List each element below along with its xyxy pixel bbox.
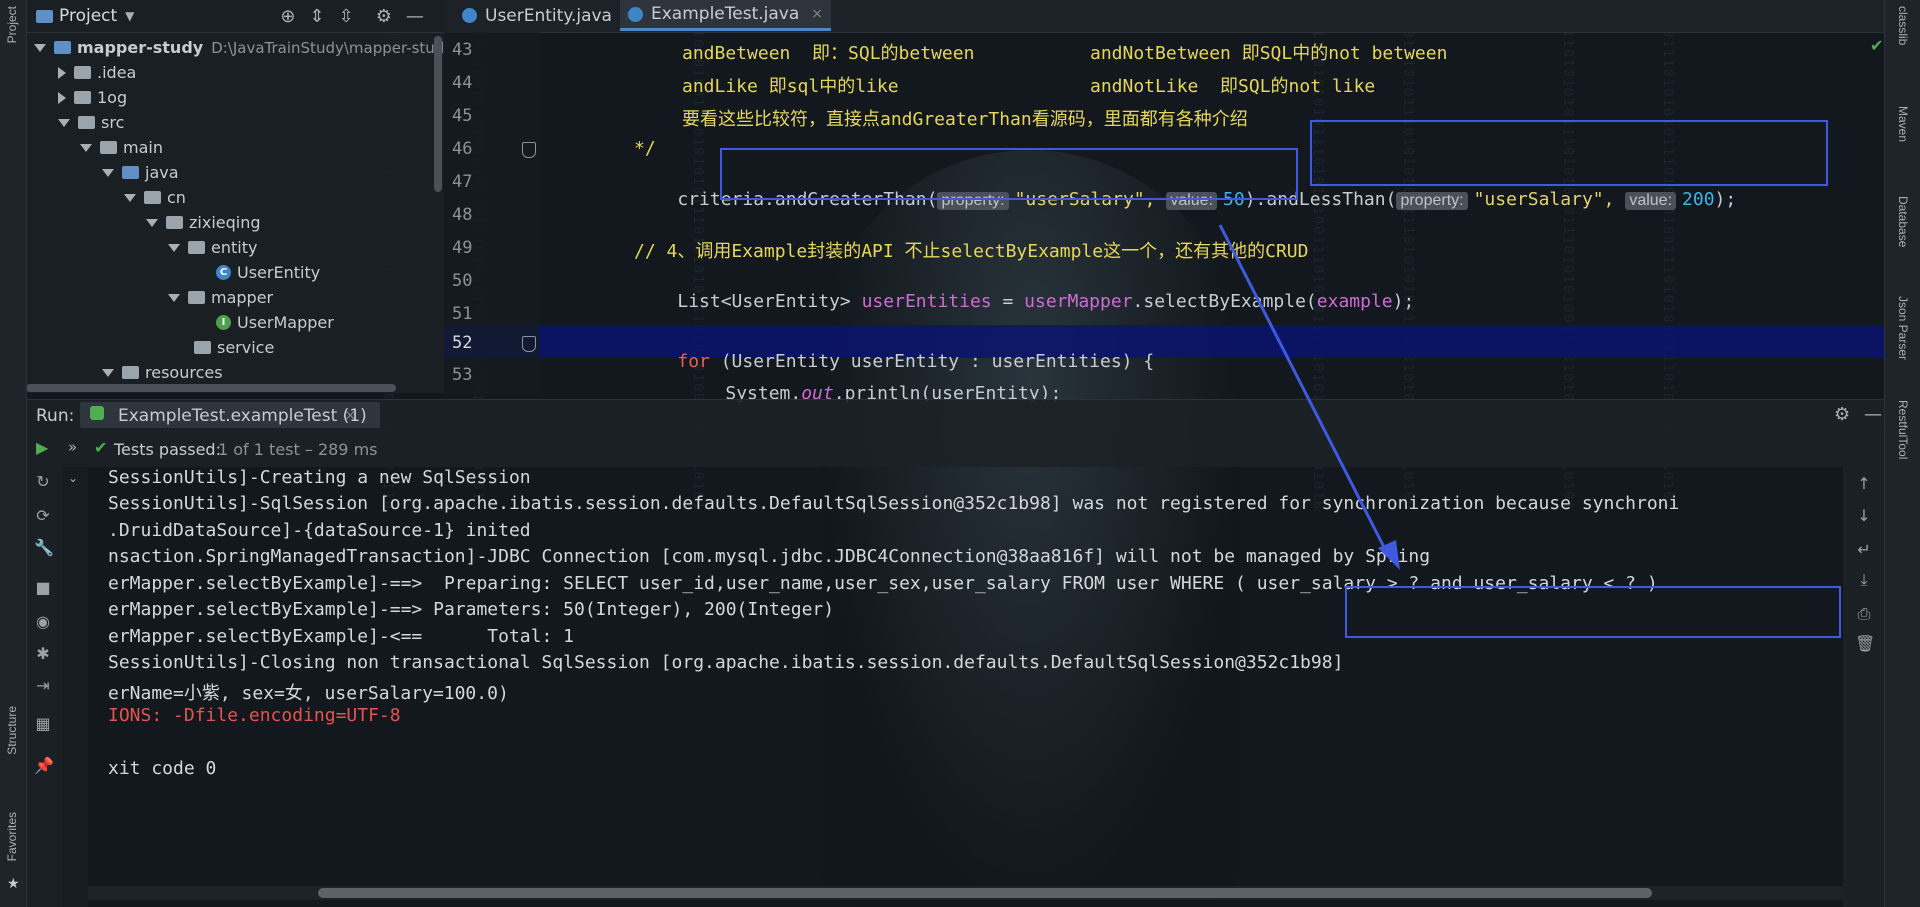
annotation-arrow bbox=[1218, 224, 1400, 570]
